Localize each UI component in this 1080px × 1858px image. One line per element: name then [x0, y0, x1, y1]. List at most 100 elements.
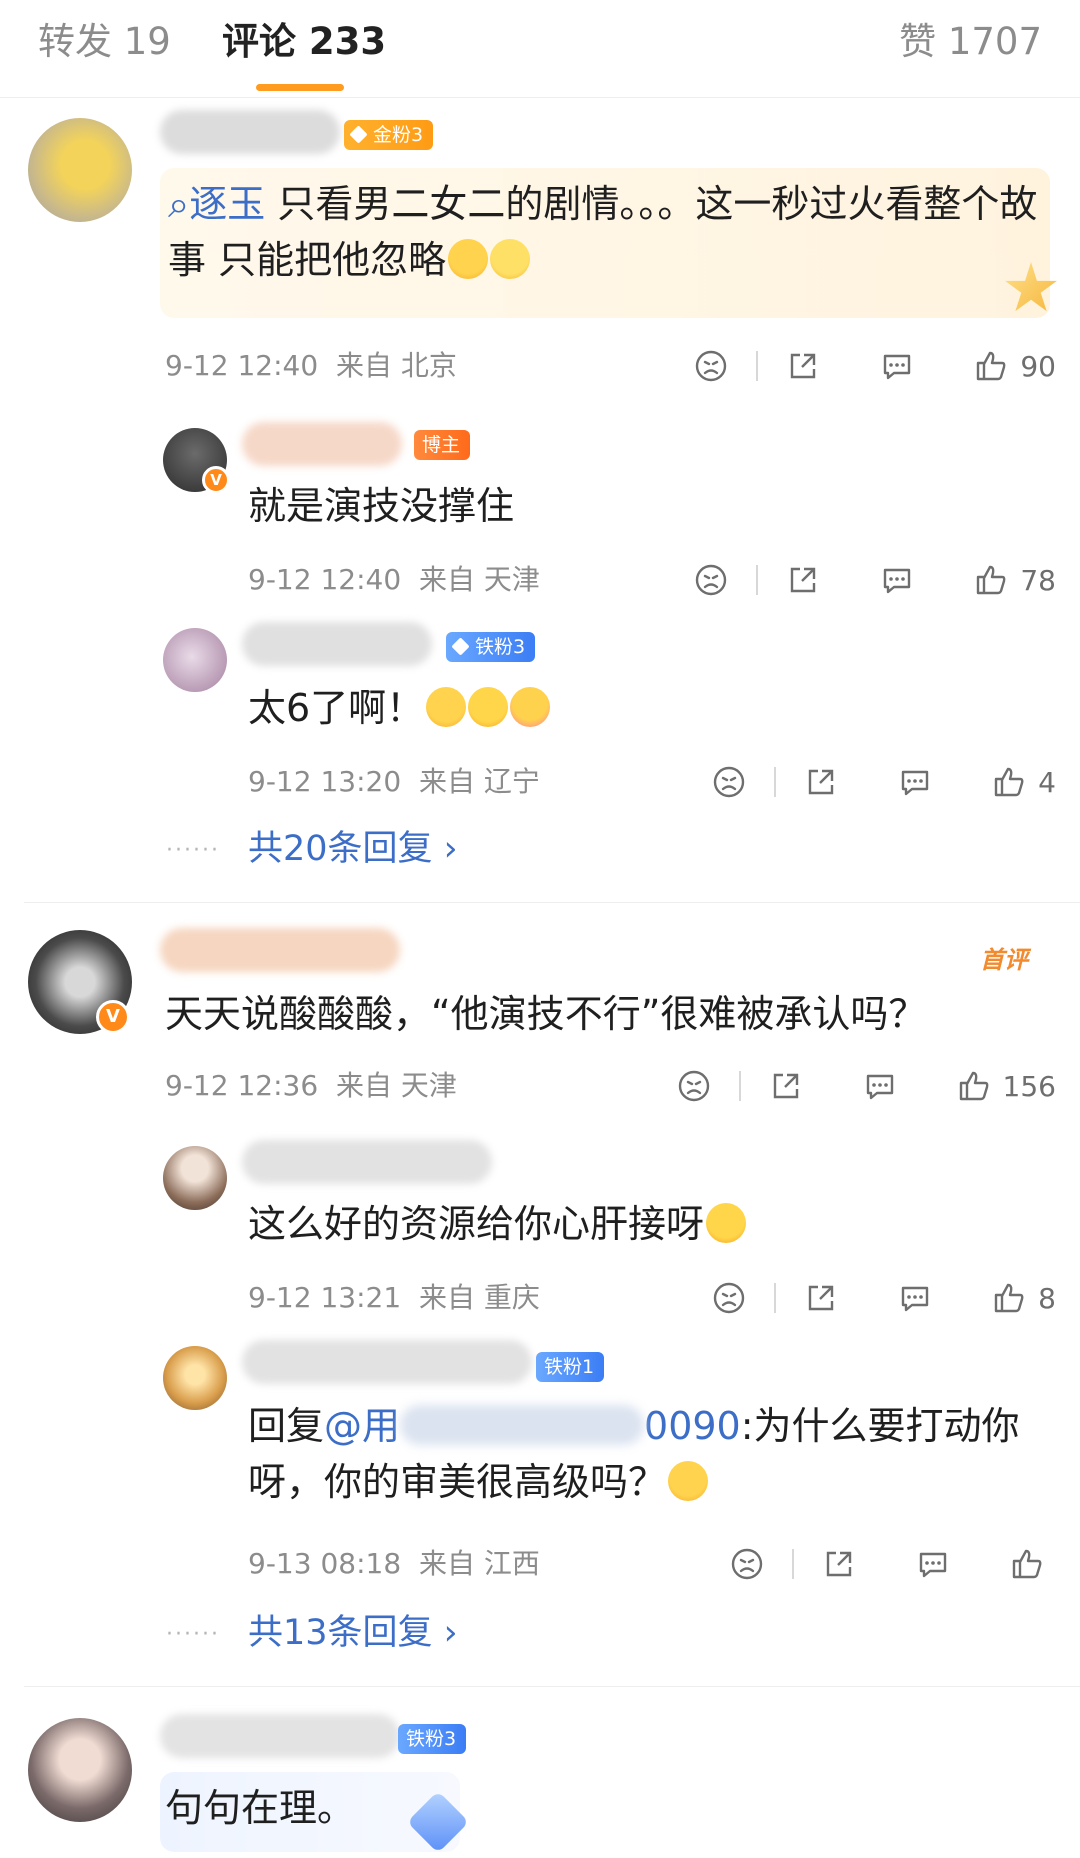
like-button[interactable]: 78: [974, 563, 1056, 597]
laugh-emoji-icon: [426, 687, 467, 727]
topic-link[interactable]: 逐玉: [189, 182, 265, 226]
like-count: 156: [1002, 1069, 1056, 1103]
reply-actions: [730, 1544, 1056, 1584]
reply-icon[interactable]: [880, 563, 914, 597]
dislike-icon[interactable]: [677, 1069, 711, 1103]
share-icon[interactable]: [804, 1281, 838, 1315]
comment-meta: 9-12 12:36 来自 天津: [165, 1068, 457, 1104]
comment-text: 句句在理。: [165, 1786, 356, 1830]
comment-location: 来自 天津: [335, 1069, 457, 1102]
reply-meta: 9-13 08:18 来自 江西: [248, 1546, 540, 1582]
verified-icon: V: [96, 1000, 130, 1034]
like-count: 4: [1038, 765, 1056, 799]
tab-comments[interactable]: 评论 233: [222, 18, 386, 66]
thumbs-up-icon: [959, 1071, 988, 1101]
tab-repost[interactable]: 转发 19: [38, 18, 171, 66]
avatar[interactable]: [163, 1146, 227, 1210]
reply-actions: 4: [712, 762, 1056, 802]
avatar[interactable]: [28, 118, 132, 222]
like-count: 8: [1038, 1281, 1056, 1315]
more-dots: ······: [166, 1622, 220, 1647]
reply-icon[interactable]: [898, 1281, 932, 1315]
author-badge[interactable]: 博主: [414, 430, 471, 460]
dislike-icon[interactable]: [694, 563, 728, 597]
like-button[interactable]: 4: [992, 765, 1056, 799]
dislike-icon[interactable]: [712, 1281, 746, 1315]
comment-divider: [24, 1686, 1080, 1687]
view-more-replies-link[interactable]: 共13条回复 ›: [248, 1610, 458, 1656]
fan-badge[interactable]: 铁粉1: [536, 1352, 605, 1382]
666-emoji-icon: [706, 1203, 747, 1243]
tab-likes[interactable]: 赞 1707: [899, 18, 1042, 66]
username[interactable]: [242, 1140, 492, 1184]
share-icon[interactable]: [769, 1069, 803, 1103]
comment-meta: 9-12 12:40 来自 北京: [165, 348, 457, 384]
dislike-icon[interactable]: [694, 349, 728, 383]
like-count: 90: [1020, 349, 1056, 383]
blurred-username: [400, 1405, 645, 1445]
reply-actions: 8: [712, 1278, 1056, 1318]
comment-text: 天天说酸酸酸，“他演技不行”很难被承认吗？: [165, 992, 927, 1036]
dislike-icon[interactable]: [730, 1547, 764, 1581]
reply-text: 太6了啊！: [248, 680, 551, 736]
reply-meta: 9-12 13:20 来自 辽宁: [248, 764, 540, 800]
comment-tabs: 转发 19 评论 233 赞 1707: [0, 0, 1080, 98]
view-more-replies-link[interactable]: 共20条回复 ›: [248, 826, 458, 872]
thumbs-up-icon: [1012, 1549, 1042, 1579]
like-count: 78: [1020, 563, 1056, 597]
thumbs-up-icon: [977, 351, 1006, 381]
reply-time: 9-12 13:21: [248, 1281, 402, 1314]
action-separator: [774, 1283, 777, 1313]
username[interactable]: [160, 110, 340, 154]
share-icon[interactable]: [786, 563, 820, 597]
action-separator: [756, 351, 759, 381]
more-dots: ······: [166, 838, 220, 863]
username[interactable]: [160, 928, 400, 972]
reply-actions: 78: [694, 560, 1056, 600]
share-icon[interactable]: [822, 1547, 856, 1581]
rainbow-emoji-icon: [510, 687, 551, 727]
reply-text: 就是演技没撑住: [248, 484, 515, 528]
reply-location: 来自 江西: [418, 1547, 540, 1580]
dislike-icon[interactable]: [712, 765, 746, 799]
like-button[interactable]: 156: [957, 1069, 1056, 1103]
action-separator: [774, 767, 777, 797]
fan-badge[interactable]: 铁粉3: [446, 632, 536, 662]
reply-meta: 9-12 12:40 来自 天津: [248, 562, 540, 598]
laugh-emoji-icon: [668, 1461, 709, 1501]
reply-icon[interactable]: [898, 765, 932, 799]
comment-divider: [24, 902, 1080, 903]
comment-time: 9-12 12:36: [165, 1069, 319, 1102]
like-button[interactable]: 90: [974, 349, 1056, 383]
reply-meta: 9-12 13:21 来自 重庆: [248, 1280, 540, 1316]
fan-badge[interactable]: 铁粉3: [398, 1724, 467, 1754]
fan-badge[interactable]: 金粉3: [344, 120, 434, 150]
action-separator: [756, 565, 759, 595]
comment-actions: 90: [694, 346, 1056, 386]
reply-location: 来自 天津: [418, 563, 540, 596]
reply-icon[interactable]: [880, 349, 914, 383]
reply-icon[interactable]: [863, 1069, 897, 1103]
like-button[interactable]: 8: [992, 1281, 1056, 1315]
comment-text: ⌕逐玉 只看男二女二的剧情。。。这一秒过火看整个故事 只能把他忽略: [168, 182, 1038, 282]
username[interactable]: [242, 622, 432, 666]
grin-emoji-icon: [468, 687, 509, 727]
laugh-emoji-icon: [448, 239, 489, 279]
username[interactable]: [242, 1340, 532, 1384]
username[interactable]: [242, 422, 402, 466]
avatar[interactable]: [163, 1346, 227, 1410]
mention-link[interactable]: @用: [324, 1404, 400, 1448]
avatar[interactable]: [28, 1718, 132, 1822]
like-button[interactable]: [1010, 1547, 1056, 1581]
search-icon: ⌕: [168, 182, 190, 226]
reply-time: 9-12 12:40: [248, 563, 402, 596]
thumbs-up-icon: [977, 565, 1006, 595]
reply-text: 回复@用 0090:为什么要打动你呀，你的审美很高级吗？: [248, 1404, 1020, 1504]
share-icon[interactable]: [804, 765, 838, 799]
share-icon[interactable]: [786, 349, 820, 383]
avatar[interactable]: [163, 628, 227, 692]
reply-time: 9-12 13:20: [248, 765, 402, 798]
reply-icon[interactable]: [916, 1547, 950, 1581]
username[interactable]: [160, 1714, 400, 1758]
reply-location: 来自 辽宁: [418, 765, 540, 798]
